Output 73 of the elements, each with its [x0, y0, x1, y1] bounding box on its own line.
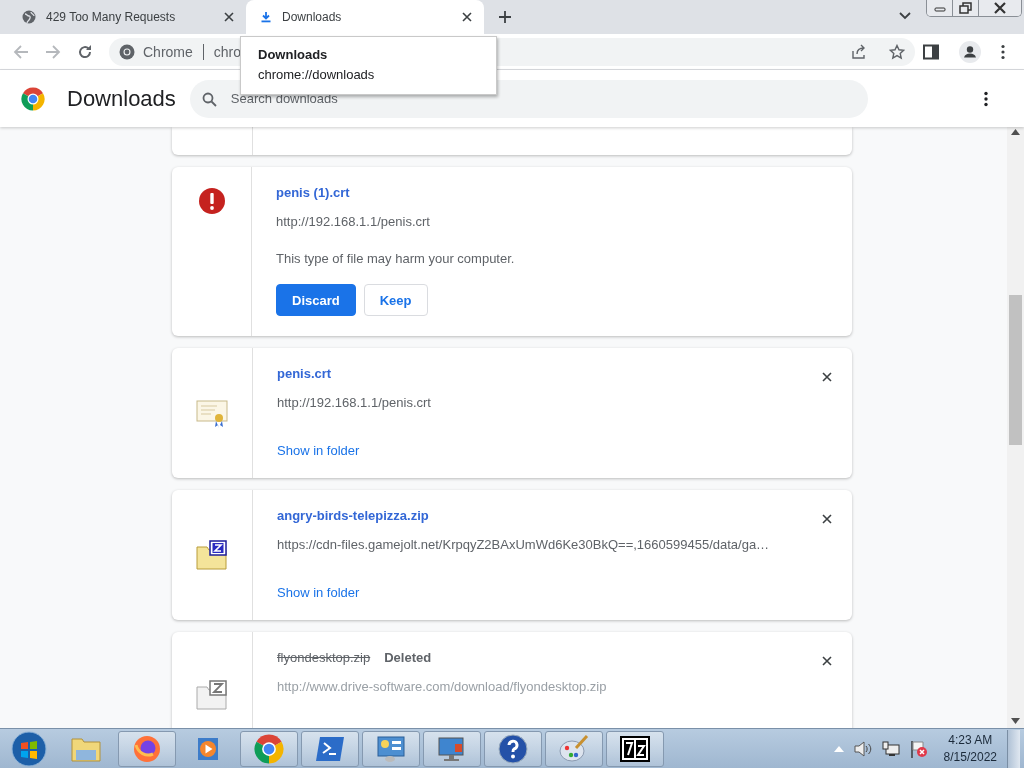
windows-logo-icon — [11, 730, 47, 767]
help-button[interactable] — [484, 730, 542, 767]
terminal-prompt-icon — [315, 735, 345, 762]
monitor-icon — [437, 734, 467, 763]
browser-tab[interactable]: Downloads — [246, 0, 484, 34]
control-panel-button[interactable] — [362, 730, 420, 767]
menu-icon[interactable] — [1001, 43, 1005, 60]
warning-text: This type of file may harm your computer. — [276, 251, 516, 266]
scroll-down-icon[interactable] — [1011, 718, 1020, 724]
control-panel-icon — [376, 734, 406, 763]
scrollbar-thumb[interactable] — [1009, 295, 1022, 445]
file-name[interactable]: penis (1).crt — [276, 185, 350, 200]
close-icon[interactable] — [822, 514, 832, 524]
file-name: flyondesktop.zip — [277, 650, 371, 665]
archive-file-icon — [196, 680, 228, 710]
error-icon — [197, 187, 226, 215]
scroll-up-icon[interactable] — [1011, 129, 1020, 135]
status-label: Deleted — [384, 650, 432, 665]
certificate-icon — [196, 398, 228, 428]
file-name[interactable]: angry-birds-telepizza.zip — [277, 508, 429, 523]
chrome-logo-icon — [119, 43, 135, 60]
download-icon — [260, 11, 272, 23]
file-url: http://www.drive-software.com/download/flyondesktop.zip — [277, 679, 608, 694]
tooltip-url: chrome://downloads — [258, 67, 376, 82]
seven-zip-icon — [620, 735, 650, 762]
archive-file-icon — [196, 540, 228, 570]
file-url: http://192.168.1.1/penis.crt — [276, 214, 431, 229]
url-text: chro — [213, 43, 242, 60]
close-icon[interactable] — [822, 656, 832, 666]
browser-tab[interactable]: 429 Too Many Requests — [8, 0, 246, 34]
page-title: Downloads — [67, 85, 176, 112]
close-icon[interactable] — [979, 0, 1021, 16]
profile-avatar-icon[interactable] — [959, 40, 981, 63]
network-icon[interactable] — [881, 740, 900, 757]
clock-time[interactable]: 4:23 AM — [943, 731, 997, 749]
close-icon[interactable] — [224, 12, 234, 22]
flag-error-icon[interactable] — [909, 739, 928, 758]
media-player-icon — [195, 735, 221, 762]
new-tab-icon[interactable] — [498, 10, 512, 24]
folder-icon — [71, 735, 101, 762]
share-icon[interactable] — [851, 43, 867, 60]
discard-button[interactable]: Discard — [276, 284, 356, 316]
chrome-button[interactable] — [240, 730, 298, 767]
file-url: https://cdn-files.gamejolt.net/KrpqyZ2BAxUmWd6Ke30BkQ==,1660599455/data/ga… — [277, 537, 771, 552]
globe-icon — [22, 10, 36, 24]
star-icon[interactable] — [889, 43, 905, 60]
clock-date[interactable]: 8/15/2022 — [943, 748, 997, 766]
keep-button[interactable]: Keep — [363, 284, 428, 316]
seven-zip-button[interactable] — [606, 730, 664, 767]
show-in-folder-link[interactable]: Show in folder — [277, 443, 360, 458]
powershell-button[interactable] — [301, 730, 359, 767]
file-url: http://192.168.1.1/penis.crt — [277, 395, 432, 410]
tooltip-title: Downloads — [258, 47, 329, 62]
speaker-icon[interactable] — [853, 740, 872, 757]
chrome-logo-icon — [21, 86, 45, 111]
close-icon[interactable] — [462, 12, 472, 22]
show-in-folder-link[interactable]: Show in folder — [277, 585, 360, 600]
scrollbar[interactable] — [1007, 127, 1024, 728]
restore-icon[interactable] — [953, 0, 979, 16]
show-desktop-button[interactable] — [1007, 729, 1020, 768]
chevron-down-icon[interactable] — [898, 11, 912, 21]
close-icon[interactable] — [822, 372, 832, 382]
remote-desktop-button[interactable] — [423, 730, 481, 767]
chrome-logo-icon — [254, 733, 284, 764]
help-icon — [498, 733, 528, 764]
reload-icon[interactable] — [77, 43, 93, 60]
paint-palette-icon — [559, 734, 589, 763]
site-label: Chrome — [143, 43, 193, 60]
firefox-button[interactable] — [118, 730, 176, 767]
firefox-icon — [133, 734, 161, 763]
more-menu-icon[interactable] — [983, 90, 988, 107]
file-name[interactable]: penis.crt — [277, 366, 332, 381]
side-panel-icon[interactable] — [923, 43, 939, 60]
